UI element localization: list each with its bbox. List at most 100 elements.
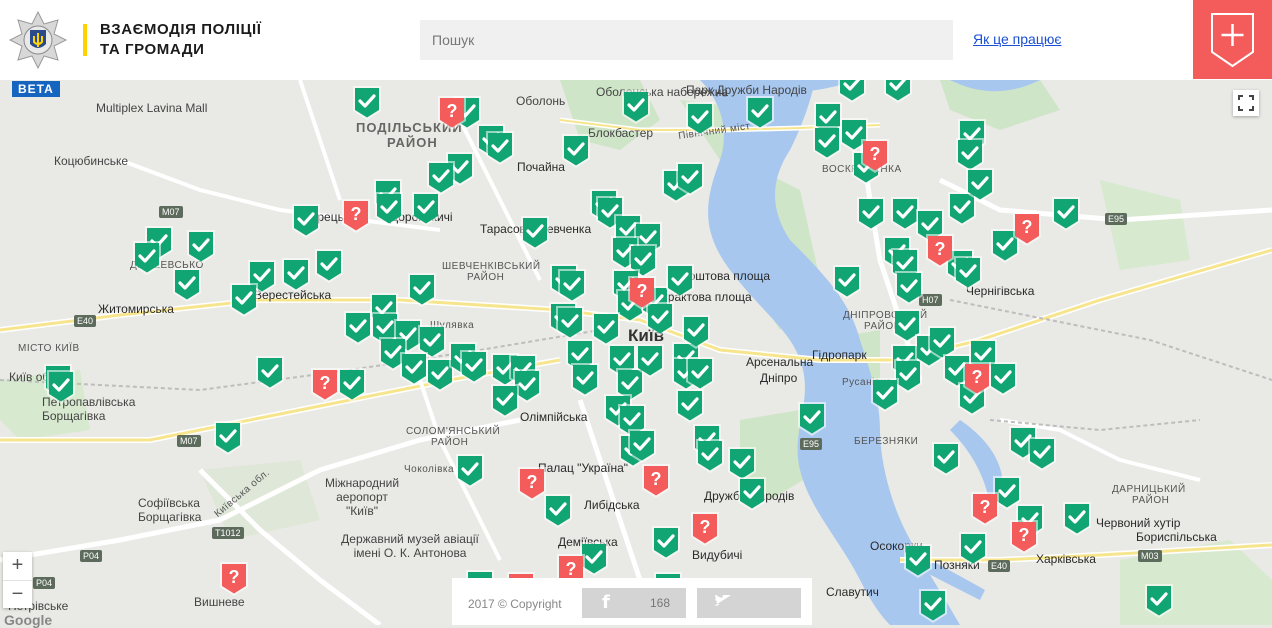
search-input[interactable] [420,20,953,60]
resolved-marker-icon[interactable] [626,425,658,465]
unresolved-marker-icon[interactable]: ? [640,460,672,500]
resolved-marker-icon[interactable] [560,130,592,170]
unresolved-marker-icon[interactable]: ? [340,195,372,235]
resolved-marker-icon[interactable] [45,366,77,406]
resolved-marker-icon[interactable] [454,450,486,490]
map-label: РАЙОН [387,135,438,150]
resolved-marker-icon[interactable] [744,92,776,132]
resolved-marker-icon[interactable] [171,264,203,304]
unresolved-marker-icon[interactable]: ? [1011,208,1043,248]
resolved-marker-icon[interactable] [569,359,601,399]
unresolved-marker-icon[interactable]: ? [436,92,468,132]
resolved-marker-icon[interactable] [519,212,551,252]
unresolved-marker-icon[interactable]: ? [961,358,993,398]
resolved-marker-icon[interactable] [212,417,244,457]
zoom-out-button[interactable]: − [3,580,32,609]
map-label: Multiplex Lavina Mall [96,101,208,115]
unresolved-marker-icon[interactable]: ? [1008,516,1040,556]
resolved-marker-icon[interactable] [634,340,666,380]
resolved-marker-icon[interactable] [796,398,828,438]
resolved-marker-icon[interactable] [736,473,768,513]
map-label: Міжнародний аеропорт "Київ" [324,476,400,518]
how-it-works-link[interactable]: Як це працює [973,31,1061,47]
map-label: РАЙОН [431,437,469,448]
resolved-marker-icon[interactable] [930,438,962,478]
map-area[interactable]: Multiplex Lavina Mall Оболонь Оболонська… [0,80,1272,625]
resolved-marker-icon[interactable] [831,261,863,301]
site-title-line1: ВЗАЄМОДІЯ ПОЛІЦІЇ [100,21,262,38]
footer-bar: 2017 © Copyright f 168 [452,578,812,625]
svg-text:?: ? [651,469,662,489]
resolved-marker-icon[interactable] [957,528,989,568]
resolved-marker-icon[interactable] [964,164,996,204]
facebook-share-button[interactable]: f 168 [582,588,686,618]
resolved-marker-icon[interactable] [882,80,914,105]
resolved-marker-icon[interactable] [410,188,442,228]
unresolved-marker-icon[interactable]: ? [626,272,658,312]
unresolved-marker-icon[interactable]: ? [859,135,891,175]
twitter-share-button[interactable] [697,588,801,618]
resolved-marker-icon[interactable] [650,522,682,562]
resolved-marker-icon[interactable] [290,200,322,240]
map-label: Видубичі [692,548,743,562]
unresolved-marker-icon[interactable]: ? [924,230,956,270]
resolved-marker-icon[interactable] [131,237,163,277]
map-label: СОЛОМ'ЯНСЬКИЙ [406,426,501,437]
resolved-marker-icon[interactable] [254,352,286,392]
map-label: Чоколівка [404,464,455,475]
unresolved-marker-icon[interactable]: ? [689,508,721,548]
resolved-marker-icon[interactable] [1061,498,1093,538]
app-header: ВЗАЄМОДІЯ ПОЛІЦІЇ ТА ГРОМАДИ Як це працю… [0,0,1272,80]
resolved-marker-icon[interactable] [406,269,438,309]
svg-text:?: ? [1022,217,1033,237]
resolved-marker-icon[interactable] [489,380,521,420]
resolved-marker-icon[interactable] [185,226,217,266]
resolved-marker-icon[interactable] [684,98,716,138]
resolved-marker-icon[interactable] [373,188,405,228]
unresolved-marker-icon[interactable]: ? [309,364,341,404]
map-label: Славутич [826,585,879,599]
resolved-marker-icon[interactable] [869,374,901,414]
unresolved-marker-icon[interactable]: ? [516,463,548,503]
resolved-marker-icon[interactable] [855,193,887,233]
resolved-marker-icon[interactable] [952,252,984,292]
map-label: РАЙОН [467,272,505,283]
fullscreen-button[interactable] [1233,90,1259,116]
site-title[interactable]: ВЗАЄМОДІЯ ПОЛІЦІЇ ТА ГРОМАДИ [100,20,262,60]
unresolved-marker-icon[interactable]: ? [218,558,250,598]
resolved-marker-icon[interactable] [620,86,652,126]
map-label: ШЕВЧЕНКІВСЬКИЙ [442,261,541,272]
resolved-marker-icon[interactable] [680,311,712,351]
unresolved-marker-icon[interactable]: ? [969,488,1001,528]
map-label: РАЙОН [1132,495,1170,506]
twitter-icon [714,595,732,606]
police-emblem-logo[interactable] [8,10,68,70]
resolved-marker-icon[interactable] [674,158,706,198]
map-label: Почайна [517,160,565,174]
map-label: БЕРЕЗНЯКИ [854,436,919,447]
google-logo[interactable]: Google [4,612,52,628]
resolved-marker-icon[interactable] [351,82,383,122]
resolved-marker-icon[interactable] [458,346,490,386]
resolved-marker-icon[interactable] [1026,433,1058,473]
resolved-marker-icon[interactable] [811,122,843,162]
resolved-marker-icon[interactable] [694,435,726,475]
resolved-marker-icon[interactable] [674,385,706,425]
add-report-button[interactable] [1193,0,1272,79]
resolved-marker-icon[interactable] [664,260,696,300]
resolved-marker-icon[interactable] [228,279,260,319]
resolved-marker-icon[interactable] [1050,193,1082,233]
road-shield: Е95 [800,438,823,450]
map-label: Олімпійська [520,410,588,424]
resolved-marker-icon[interactable] [893,267,925,307]
resolved-marker-icon[interactable] [484,127,516,167]
resolved-marker-icon[interactable] [902,540,934,580]
resolved-marker-icon[interactable] [917,585,949,625]
beta-badge: BETA [12,81,60,97]
site-title-line2: ТА ГРОМАДИ [100,41,205,58]
zoom-in-button[interactable]: + [3,552,32,580]
resolved-marker-icon[interactable] [280,254,312,294]
resolved-marker-icon[interactable] [313,245,345,285]
road-shield: М07 [177,435,201,447]
resolved-marker-icon[interactable] [1143,580,1175,620]
